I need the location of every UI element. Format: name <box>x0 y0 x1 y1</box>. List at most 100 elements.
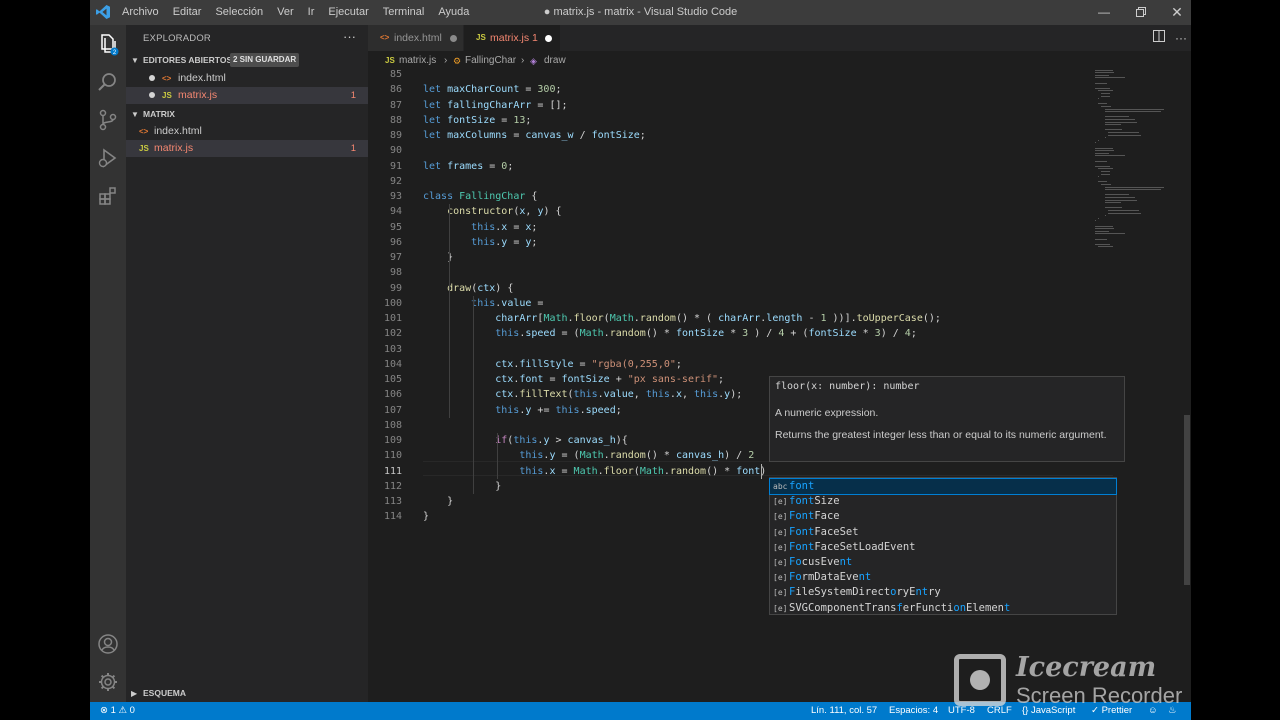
minimap-line <box>1095 69 1114 71</box>
menu-ejecutar[interactable]: Ejecutar <box>328 0 368 25</box>
suggestion-item[interactable]: [e] FontFaceSet <box>770 525 1116 540</box>
code-line[interactable]: let fontSize = 13; <box>423 113 531 128</box>
settings-gear-icon[interactable] <box>96 670 120 694</box>
open-editor-item-matrix-js[interactable]: JS matrix.js 1 <box>126 87 368 104</box>
source-control-icon[interactable] <box>96 108 120 132</box>
menu-seleccion[interactable]: Selección <box>215 0 263 25</box>
menu-ir[interactable]: Ir <box>308 0 315 25</box>
open-editor-label: matrix.js <box>178 89 218 101</box>
folder-section-matrix[interactable]: ▼ MATRIX <box>126 106 368 123</box>
suggestion-item[interactable]: abc font <box>769 478 1117 495</box>
code-line[interactable]: draw(ctx) { <box>423 281 513 296</box>
code-line[interactable]: this.value = <box>423 296 543 311</box>
menu-ayuda[interactable]: Ayuda <box>438 0 469 25</box>
minimap-line <box>1095 147 1114 149</box>
search-icon[interactable] <box>96 70 120 94</box>
code-line[interactable]: ctx.fillStyle = "rgba(0,255,0"; <box>423 357 682 372</box>
minimap-line <box>1095 228 1115 230</box>
line-number: 109 <box>383 435 402 446</box>
open-editor-item-index-html[interactable]: <> index.html <box>126 70 368 87</box>
file-item-matrix-js[interactable]: JS matrix.js 1 <box>126 140 368 157</box>
code-line[interactable]: charArr[Math.floor(Math.random() * ( cha… <box>423 311 941 326</box>
line-number: 90 <box>389 145 402 157</box>
line-number: 87 <box>389 99 402 111</box>
code-line[interactable]: ctx.fillText(this.value, this.x, this.y)… <box>423 387 742 402</box>
extensions-icon[interactable] <box>96 184 120 208</box>
minimap-line <box>1095 233 1125 235</box>
code-line[interactable]: this.speed = (Math.random() * fontSize *… <box>423 326 917 341</box>
unsaved-dot-icon[interactable] <box>450 35 457 42</box>
problem-count: 1 <box>350 90 356 101</box>
js-file-icon: JS <box>162 91 172 100</box>
suggestion-item[interactable]: [e] FileSystemDirectoryEntry <box>770 585 1116 600</box>
indentation[interactable]: Espacios: 4 <box>889 702 938 720</box>
more-actions-icon[interactable]: ··· <box>343 29 356 44</box>
code-line[interactable]: if(this.y > canvas_h){ <box>423 433 628 448</box>
minimap-line <box>1095 77 1125 79</box>
code-line[interactable]: } <box>423 494 453 509</box>
restore-icon[interactable] <box>1124 0 1158 25</box>
code-line[interactable]: let frames = 0; <box>423 159 513 174</box>
explorer-icon[interactable]: 2 <box>96 32 120 56</box>
open-editors-section[interactable]: ▼ EDITORES ABIERTOS 2 SIN GUARDAR <box>126 52 368 69</box>
minimize-icon[interactable]: — <box>1087 0 1121 25</box>
suggestion-label: FontFaceSet <box>789 525 859 538</box>
code-line[interactable]: this.y += this.speed; <box>423 403 622 418</box>
unsaved-dot-icon[interactable] <box>545 35 552 42</box>
menu-ver[interactable]: Ver <box>277 0 294 25</box>
minimap-line <box>1095 150 1115 152</box>
tab-matrix-js[interactable]: JS matrix.js 1 <box>464 25 560 51</box>
variable-suggestion-icon: [e] <box>773 573 788 583</box>
run-debug-icon[interactable] <box>96 146 120 170</box>
vertical-scrollbar[interactable] <box>1184 415 1190 585</box>
minimap-line <box>1104 137 1106 139</box>
code-line[interactable]: this.x = Math.floor(Math.random() * font… <box>423 464 766 479</box>
code-line[interactable]: let maxColumns = canvas_w / fontSize; <box>423 128 646 143</box>
suggestion-item[interactable]: [e] fontSize <box>770 494 1116 509</box>
menu-terminal[interactable]: Terminal <box>383 0 425 25</box>
line-number: 111 <box>383 465 402 477</box>
problems-indicator[interactable]: ⊗ 1 ⚠ 0 <box>100 702 135 720</box>
code-line[interactable]: ctx.font = fontSize + "px sans-serif"; <box>423 372 724 387</box>
code-line[interactable]: } <box>423 509 429 524</box>
minimap-line <box>1104 194 1130 196</box>
minimap-line <box>1098 217 1099 219</box>
indent-guide <box>449 204 451 418</box>
close-window-icon[interactable]: ✕ <box>1160 0 1191 25</box>
code-line[interactable]: } <box>423 479 501 494</box>
line-number: 94 <box>389 206 402 218</box>
code-line[interactable]: this.y = y; <box>423 235 537 250</box>
line-number-gutter: 85 86 87 88 89 90 91 92 93 94 95 96 97 98 99 100 101 102 1… <box>368 67 418 527</box>
unsaved-dot-icon[interactable] <box>149 75 155 81</box>
code-line[interactable]: constructor(x, y) { <box>423 204 561 219</box>
code-line[interactable]: let fallingCharArr = []; <box>423 98 568 113</box>
suggestion-item[interactable]: [e] FocusEvent <box>770 555 1116 570</box>
code-line[interactable]: let maxCharCount = 300; <box>423 82 562 97</box>
chevron-down-icon: ▼ <box>131 56 139 65</box>
outline-section[interactable]: ▶ ESQUEMA <box>126 685 368 702</box>
suggestion-item[interactable]: [e] FontFace <box>770 509 1116 524</box>
minimap-line <box>1104 124 1122 126</box>
suggestion-item[interactable]: [e] FormDataEvent <box>770 570 1116 585</box>
code-line[interactable]: this.x = x; <box>423 220 537 235</box>
split-editor-icon[interactable] <box>1150 29 1168 47</box>
more-actions-icon[interactable]: ··· <box>1172 29 1190 47</box>
watermark-brand: Icecream <box>1016 652 1157 683</box>
file-item-index-html[interactable]: <> index.html <box>126 123 368 140</box>
line-number: 98 <box>389 267 402 279</box>
suggestion-item[interactable]: [e] FontFaceSetLoadEvent <box>770 540 1116 555</box>
minimap[interactable] <box>1095 67 1185 267</box>
suggestion-item[interactable]: [e] SVGComponentTransferFunctionElement <box>770 601 1116 616</box>
account-icon[interactable] <box>96 632 120 656</box>
tab-index-html[interactable]: <> index.html <box>368 25 463 51</box>
line-number: 113 <box>383 496 402 507</box>
code-line[interactable]: class FallingChar { <box>423 189 537 204</box>
menu-editar[interactable]: Editar <box>173 0 202 25</box>
line-number: 112 <box>383 480 402 492</box>
cursor-position[interactable]: Lín. 111, col. 57 <box>811 702 877 720</box>
menu-archivo[interactable]: Archivo <box>122 0 159 25</box>
chevron-right-icon: ▶ <box>131 689 138 698</box>
minimap-line <box>1095 220 1096 222</box>
unsaved-dot-icon[interactable] <box>149 92 155 98</box>
text-suggestion-icon: abc <box>773 482 788 491</box>
